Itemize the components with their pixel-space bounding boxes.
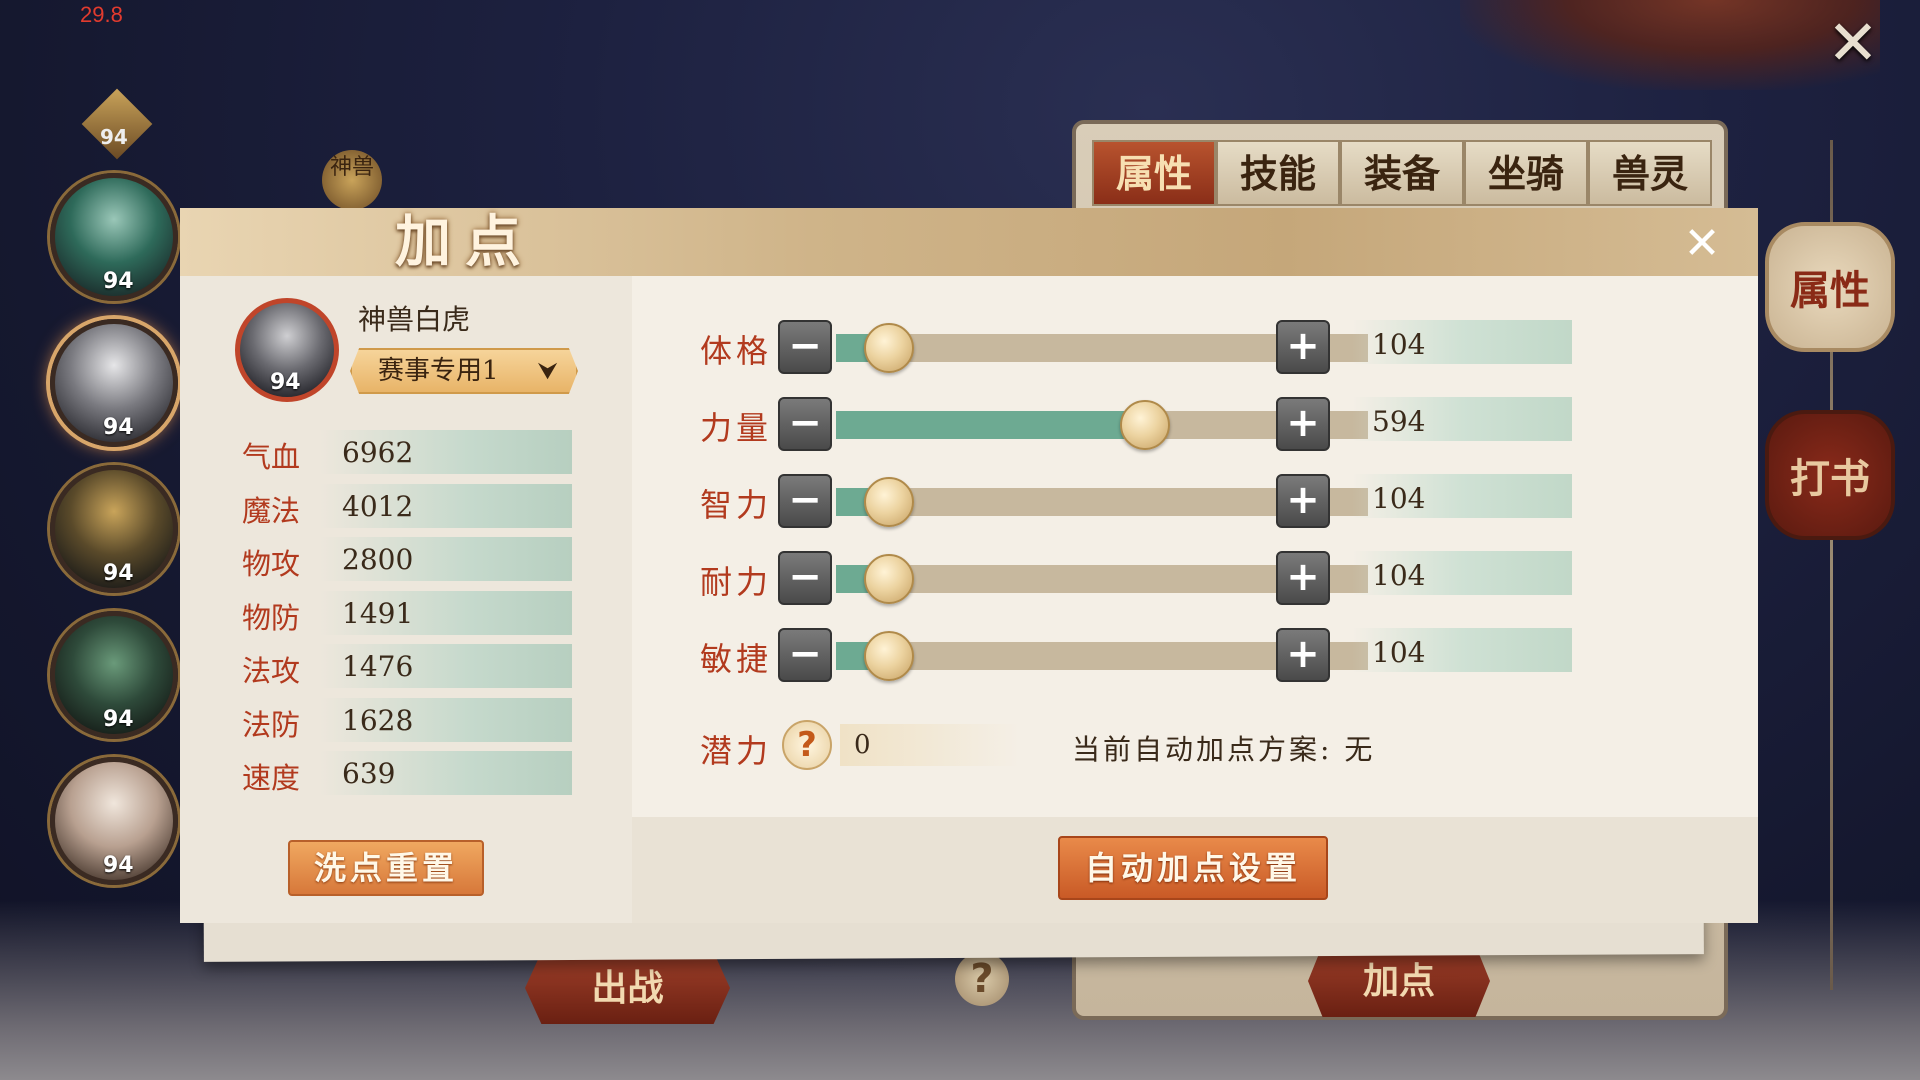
stat-value: 639 [342, 757, 396, 790]
attribute-row: 力量 − + 594 [700, 397, 1650, 451]
potential-row: 潜力 ? 0 当前自动加点方案: 无 [700, 714, 1650, 774]
stats-list: 气血 6962 魔法 4012 物攻 2800 物防 1491 法攻 1476 … [242, 430, 572, 805]
attribute-row: 耐力 − + 104 [700, 551, 1650, 605]
pet-slot[interactable]: 94 [50, 611, 178, 739]
auto-scheme-text: 当前自动加点方案: 无 [1072, 733, 1376, 766]
close-icon[interactable]: ✕ [1680, 222, 1724, 266]
add-points-dialog: 加点 ✕ 94 神兽白虎 赛事专用1 ⮟ 气血 6962 魔法 4012 物攻 … [180, 208, 1758, 962]
plus-button[interactable]: + [1276, 320, 1330, 374]
side-attributes-button[interactable]: 属性 [1765, 222, 1895, 352]
stat-row: 速度 639 [242, 751, 572, 795]
pet-slot[interactable]: 94 [50, 173, 178, 301]
tab-equipment[interactable]: 装备 [1340, 140, 1464, 206]
detail-tabs: 属性 技能 装备 坐骑 兽灵 [1092, 140, 1712, 206]
pet-avatar: 94 [235, 298, 339, 402]
plus-button[interactable]: + [1276, 551, 1330, 605]
stat-label: 法防 [242, 707, 301, 742]
attribute-row: 体格 − + 104 [700, 320, 1650, 374]
attribute-label: 智力 [700, 486, 773, 524]
cloud-decoration [1460, 0, 1880, 90]
pet-level: 94 [103, 561, 134, 586]
stat-row: 法攻 1476 [242, 644, 572, 688]
pet-list-rail: 94 94 94 94 94 94 [50, 88, 190, 885]
fps-counter: 29.8 [80, 2, 123, 27]
stat-label: 魔法 [242, 493, 301, 528]
chevron-down-icon: ⮟ [537, 357, 558, 385]
scheme-value: 赛事专用1 [378, 356, 499, 386]
side-skillbook-button[interactable]: 打书 [1765, 410, 1895, 540]
reset-points-button[interactable]: 洗点重置 [288, 840, 484, 896]
plus-button[interactable]: + [1276, 474, 1330, 528]
tab-spirit[interactable]: 兽灵 [1588, 140, 1712, 206]
pet-level: 94 [103, 415, 134, 440]
minus-button[interactable]: − [778, 320, 832, 374]
stat-label: 物防 [242, 600, 301, 635]
scheme-dropdown[interactable]: 赛事专用1 ⮟ [350, 348, 578, 394]
pet-slot-selected[interactable]: 94 [50, 319, 178, 447]
stat-row: 法防 1628 [242, 697, 572, 742]
attribute-value: 104 [1372, 559, 1426, 592]
pet-slot[interactable]: 94 [50, 757, 178, 885]
attribute-label: 体格 [700, 332, 773, 370]
close-window-icon[interactable]: ✕ [1820, 10, 1886, 76]
attribute-label: 力量 [700, 409, 773, 447]
divine-beast-tag: 神兽 [322, 150, 382, 210]
attribute-row: 敏捷 − + 104 [700, 628, 1650, 682]
stat-value: 1476 [342, 650, 414, 683]
pet-level: 94 [103, 707, 134, 732]
slider-knob[interactable] [864, 477, 914, 527]
help-icon[interactable]: ? [782, 720, 832, 770]
stat-row: 物攻 2800 [242, 537, 572, 581]
stat-row: 物防 1491 [242, 590, 572, 635]
rail-scroll-up[interactable]: 94 [72, 88, 162, 160]
slider-knob[interactable] [864, 554, 914, 604]
deploy-button[interactable]: 出战 [525, 952, 730, 1024]
slider-knob[interactable] [864, 323, 914, 373]
slider-fill [836, 411, 1145, 439]
attribute-value: 104 [1372, 328, 1426, 361]
minus-button[interactable]: − [778, 628, 832, 682]
tab-attributes[interactable]: 属性 [1092, 140, 1216, 206]
attribute-value: 104 [1372, 636, 1426, 669]
auto-allocate-button[interactable]: 自动加点设置 [1058, 836, 1328, 900]
stat-label: 物攻 [242, 547, 301, 581]
tab-mount[interactable]: 坐骑 [1464, 140, 1588, 206]
plus-button[interactable]: + [1276, 628, 1330, 682]
attribute-value: 594 [1372, 405, 1426, 438]
pet-slot[interactable]: 94 [50, 465, 178, 593]
slider-knob[interactable] [1120, 400, 1170, 450]
potential-value: 0 [854, 730, 871, 760]
pet-level: 94 [103, 853, 134, 878]
stat-value: 1628 [342, 703, 414, 737]
pet-avatar-level: 94 [270, 370, 301, 395]
potential-field: 0 [840, 724, 1020, 766]
attribute-row: 智力 − + 104 [700, 474, 1650, 528]
pet-level: 94 [103, 269, 134, 294]
stat-value: 1491 [342, 596, 414, 630]
stat-label: 气血 [242, 440, 301, 474]
stat-value: 4012 [342, 489, 414, 523]
attribute-label: 敏捷 [700, 640, 773, 678]
stat-label: 法攻 [242, 654, 301, 688]
minus-button[interactable]: − [778, 397, 832, 451]
slider-knob[interactable] [864, 631, 914, 681]
attribute-label: 耐力 [700, 563, 773, 601]
potential-label: 潜力 [700, 732, 773, 770]
pet-name: 神兽白虎 [358, 303, 471, 336]
rail-top-level: 94 [100, 125, 128, 149]
stat-value: 2800 [342, 543, 414, 576]
minus-button[interactable]: − [778, 474, 832, 528]
dialog-title: 加点 [395, 209, 535, 275]
help-icon[interactable]: ? [955, 952, 1009, 1006]
stat-value: 6962 [342, 436, 414, 469]
minus-button[interactable]: − [778, 551, 832, 605]
stat-row: 气血 6962 [242, 430, 572, 474]
plus-button[interactable]: + [1276, 397, 1330, 451]
attribute-value: 104 [1372, 482, 1426, 515]
stat-label: 速度 [242, 761, 301, 795]
stat-row: 魔法 4012 [242, 483, 572, 528]
tab-skills[interactable]: 技能 [1216, 140, 1340, 206]
